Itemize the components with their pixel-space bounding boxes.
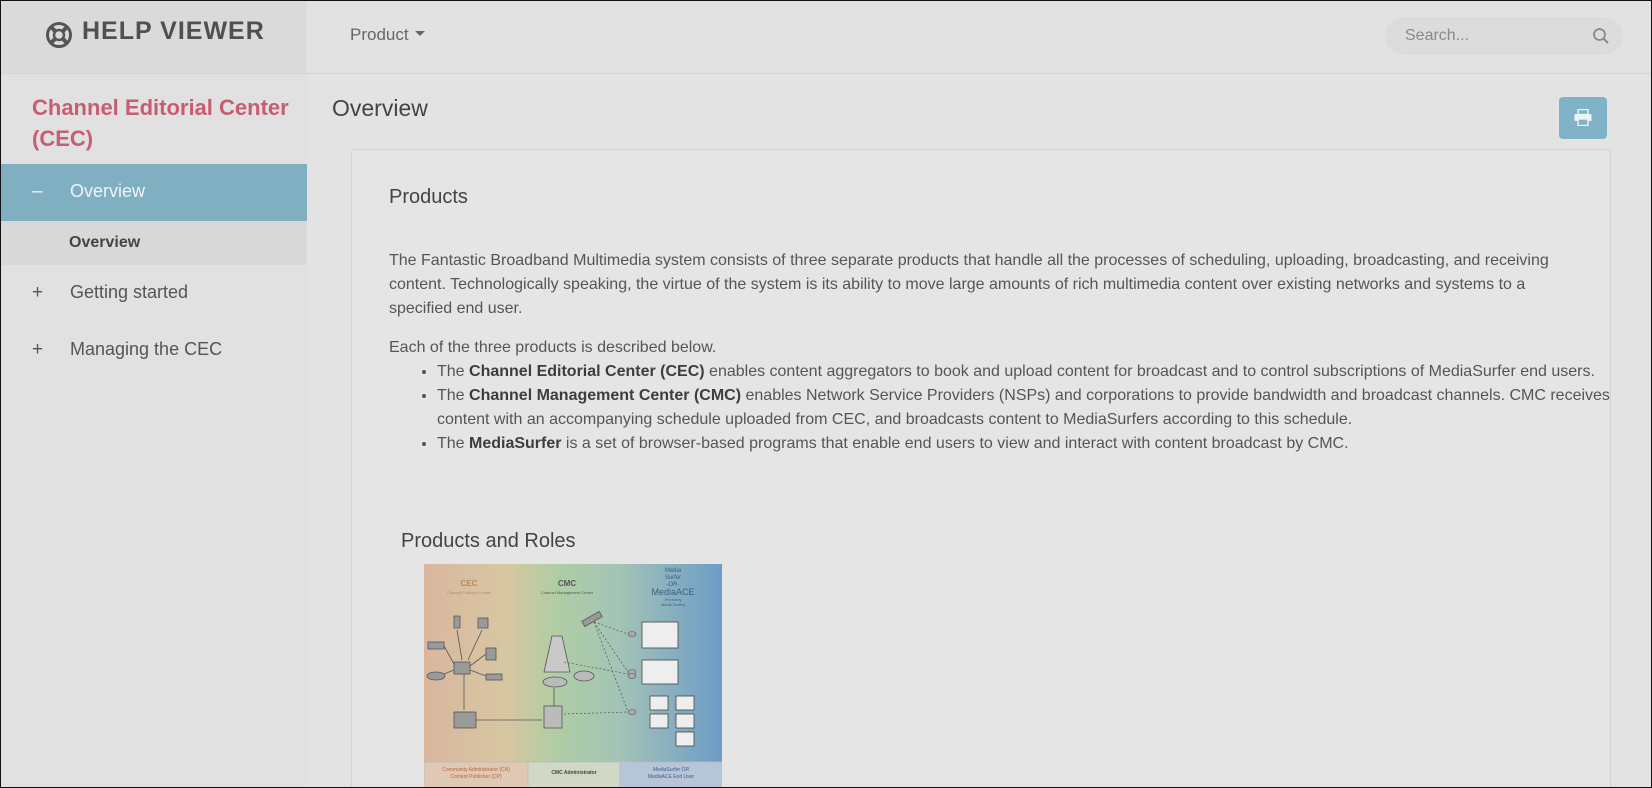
help-viewer-window: HELP VIEWER Product Channel Editorial Ce… xyxy=(0,0,1652,788)
svg-text:Channel Management Center: Channel Management Center xyxy=(541,590,594,595)
search-icon[interactable] xyxy=(1592,27,1610,45)
caret-down-icon xyxy=(414,31,425,37)
svg-text:Media: Media xyxy=(665,568,682,574)
sidebar-subitem-label: Overview xyxy=(69,234,141,251)
svg-text:CEC: CEC xyxy=(461,579,478,588)
svg-text:Surfer: Surfer xyxy=(665,575,681,581)
search-box xyxy=(1385,17,1623,55)
term-mediasurfer: MediaSurfer xyxy=(469,435,562,452)
sidebar-item-overview[interactable]: – Overview xyxy=(1,164,307,221)
svg-text:Media Surfer): Media Surfer) xyxy=(661,602,686,607)
expand-icon: + xyxy=(32,339,44,360)
svg-text:MediaACE End User: MediaACE End User xyxy=(648,774,694,780)
sidebar-item-label: Managing the CEC xyxy=(70,339,223,359)
intro-paragraph: The Fantastic Broadband Multimedia syste… xyxy=(389,252,1549,317)
sidebar-item-label: Overview xyxy=(70,181,146,201)
products-list: The Channel Editorial Center (CEC) enabl… xyxy=(389,360,1617,456)
collapse-icon: – xyxy=(32,181,43,202)
sidebar-item-getting-started[interactable]: + Getting started xyxy=(1,265,307,322)
brand[interactable]: HELP VIEWER xyxy=(1,1,306,73)
products-roles-diagram[interactable]: CEC Channel Editorial Center CMC Channel… xyxy=(424,564,722,788)
search-input[interactable] xyxy=(1405,17,1585,55)
top-header: HELP VIEWER Product xyxy=(1,1,1651,74)
svg-text:MediaSurfer OR: MediaSurfer OR xyxy=(653,767,690,773)
sidebar-item-label: Getting started xyxy=(70,282,189,302)
svg-text:CMC Administrator: CMC Administrator xyxy=(551,770,596,776)
svg-text:Channel Editorial Center: Channel Editorial Center xyxy=(447,590,491,595)
product-dropdown[interactable]: Product xyxy=(350,25,425,45)
content-panel: Products The Fantastic Broadband Multime… xyxy=(351,149,1611,788)
section-heading-products: Products xyxy=(389,186,468,208)
expand-icon: + xyxy=(32,282,44,303)
term-cec: Channel Editorial Center (CEC) xyxy=(469,363,705,380)
term-cmc: Channel Management Center (CMC) xyxy=(469,387,742,404)
lifebuoy-icon xyxy=(46,22,72,48)
brand-label: HELP VIEWER xyxy=(82,17,265,45)
figure-caption: Products and Roles xyxy=(401,530,576,552)
list-item: The MediaSurfer is a set of browser-base… xyxy=(437,432,1617,456)
print-button[interactable] xyxy=(1559,97,1607,139)
svg-text:Content Publisher (CP): Content Publisher (CP) xyxy=(450,774,502,780)
list-item: The Channel Management Center (CMC) enab… xyxy=(437,384,1617,432)
svg-text:MediaACE: MediaACE xyxy=(651,587,694,597)
sidebar: Channel Editorial Center (CEC) – Overvie… xyxy=(1,74,307,787)
sidebar-item-managing-the-cec[interactable]: + Managing the CEC xyxy=(1,322,307,379)
svg-text:Community Administrator (CA): Community Administrator (CA) xyxy=(442,767,510,773)
sidebar-title[interactable]: Channel Editorial Center (CEC) xyxy=(32,92,302,154)
printer-icon xyxy=(1574,109,1592,126)
product-dropdown-label: Product xyxy=(350,25,409,44)
list-intro-paragraph: Each of the three products is described … xyxy=(389,339,717,356)
sidebar-subitem-overview[interactable]: Overview xyxy=(1,221,307,265)
page-title: Overview xyxy=(332,95,428,121)
list-item: The Channel Editorial Center (CEC) enabl… xyxy=(437,360,1617,384)
svg-text:CMC: CMC xyxy=(558,579,576,588)
